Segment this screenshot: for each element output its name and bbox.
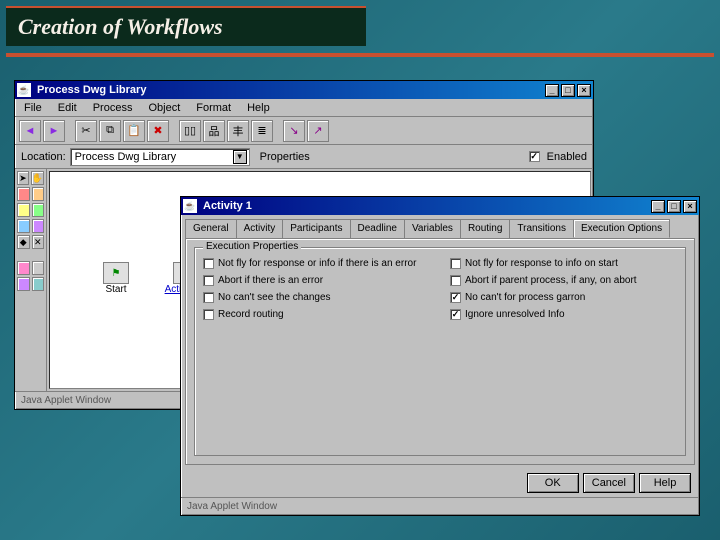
check-row-1[interactable]: Not fly for response or info if there is… — [203, 258, 430, 269]
palette-box3-icon[interactable] — [17, 203, 30, 217]
nav-back-button[interactable]: ◄ — [19, 120, 41, 142]
status-text: Java Applet Window — [21, 395, 111, 406]
status-bar: Java Applet Window — [181, 497, 699, 515]
check-row-4[interactable]: Abort if parent process, if any, on abor… — [450, 275, 677, 286]
minimize-button[interactable]: _ — [651, 200, 665, 213]
palette-line2-icon[interactable] — [32, 261, 45, 275]
checkbox[interactable] — [203, 309, 214, 320]
close-button[interactable]: × — [577, 84, 591, 97]
tab-transitions[interactable]: Transitions — [509, 219, 574, 238]
activity-dialog: ☕ Activity 1 _ □ × General Activity Part… — [180, 196, 700, 516]
palette-line3-icon[interactable] — [17, 277, 30, 291]
palette-box2-icon[interactable] — [32, 187, 45, 201]
check-row-5[interactable]: No can't see the changes — [203, 292, 430, 303]
close-button[interactable]: × — [683, 200, 697, 213]
tab-routing[interactable]: Routing — [460, 219, 510, 238]
slide-title: Creation of Workflows — [18, 14, 223, 40]
location-row: Location: Process Dwg Library ▼ Properti… — [15, 145, 593, 169]
cut-button[interactable]: ✂ — [75, 120, 97, 142]
palette-box4-icon[interactable] — [32, 203, 45, 217]
checkbox[interactable] — [450, 275, 461, 286]
dialog-button-row: OK Cancel Help — [181, 469, 699, 497]
nav-fwd-button[interactable]: ► — [43, 120, 65, 142]
window-title: Activity 1 — [201, 200, 647, 212]
arrow-down-button[interactable]: ↘ — [283, 120, 305, 142]
check-row-3[interactable]: Abort if there is an error — [203, 275, 430, 286]
enabled-checkbox[interactable]: ✓ — [529, 151, 540, 162]
minimize-button[interactable]: _ — [545, 84, 559, 97]
chevron-down-icon[interactable]: ▼ — [233, 150, 247, 164]
align-4-button[interactable]: ≣ — [251, 120, 273, 142]
maximize-button[interactable]: □ — [561, 84, 575, 97]
palette-cross-icon[interactable]: ✕ — [32, 235, 45, 249]
tab-activity[interactable]: Activity — [236, 219, 284, 238]
window-title: Process Dwg Library — [35, 84, 541, 96]
location-label: Location: — [21, 151, 66, 163]
titlebar[interactable]: ☕ Process Dwg Library _ □ × — [15, 81, 593, 99]
tab-variables[interactable]: Variables — [404, 219, 461, 238]
status-text: Java Applet Window — [187, 501, 277, 512]
align-1-button[interactable]: ▯▯ — [179, 120, 201, 142]
check-row-6[interactable]: ✓No can't for process garron — [450, 292, 677, 303]
align-3-button[interactable]: 丰 — [227, 120, 249, 142]
delete-button[interactable]: ✖ — [147, 120, 169, 142]
menu-help[interactable]: Help — [244, 101, 273, 115]
tab-deadline[interactable]: Deadline — [350, 219, 405, 238]
check-row-8[interactable]: ✓Ignore unresolved Info — [450, 309, 677, 320]
copy-button[interactable]: ⧉ — [99, 120, 121, 142]
java-cup-icon: ☕ — [183, 199, 197, 213]
palette-line1-icon[interactable] — [17, 261, 30, 275]
titlebar[interactable]: ☕ Activity 1 _ □ × — [181, 197, 699, 215]
checkbox[interactable]: ✓ — [450, 292, 461, 303]
start-node[interactable]: ⚑ Start — [90, 262, 142, 295]
menu-process[interactable]: Process — [90, 101, 136, 115]
cancel-button[interactable]: Cancel — [583, 473, 635, 493]
group-legend: Execution Properties — [203, 241, 301, 252]
slide-underline — [6, 53, 714, 57]
execution-properties-group: Execution Properties Not fly for respons… — [194, 247, 686, 456]
menu-file[interactable]: File — [21, 101, 45, 115]
tool-palette: ➤✋ ◆✕ — [15, 169, 47, 391]
palette-box1-icon[interactable] — [17, 187, 30, 201]
menubar: File Edit Process Object Format Help — [15, 99, 593, 117]
menu-format[interactable]: Format — [193, 101, 234, 115]
checkbox[interactable] — [450, 258, 461, 269]
palette-box6-icon[interactable] — [32, 219, 45, 233]
maximize-button[interactable]: □ — [667, 200, 681, 213]
check-row-2[interactable]: Not fly for response to info on start — [450, 258, 677, 269]
checkbox[interactable]: ✓ — [450, 309, 461, 320]
align-2-button[interactable]: 品 — [203, 120, 225, 142]
menu-object[interactable]: Object — [145, 101, 183, 115]
location-combo[interactable]: Process Dwg Library ▼ — [70, 148, 250, 166]
java-cup-icon: ☕ — [17, 83, 31, 97]
checkbox[interactable] — [203, 292, 214, 303]
enabled-label: Enabled — [547, 151, 587, 163]
location-value: Process Dwg Library — [75, 151, 176, 163]
palette-diamond-icon[interactable]: ◆ — [17, 235, 30, 249]
menu-edit[interactable]: Edit — [55, 101, 80, 115]
flag-icon: ⚑ — [103, 262, 129, 284]
tab-participants[interactable]: Participants — [282, 219, 350, 238]
paste-button[interactable]: 📋 — [123, 120, 145, 142]
properties-label[interactable]: Properties — [260, 151, 310, 163]
arrow-up-button[interactable]: ↗ — [307, 120, 329, 142]
check-row-7[interactable]: Record routing — [203, 309, 430, 320]
checkbox[interactable] — [203, 275, 214, 286]
ok-button[interactable]: OK — [527, 473, 579, 493]
help-button[interactable]: Help — [639, 473, 691, 493]
tab-strip: General Activity Participants Deadline V… — [181, 215, 699, 238]
checkbox[interactable] — [203, 258, 214, 269]
palette-pointer-icon[interactable]: ➤ — [17, 171, 29, 185]
palette-box5-icon[interactable] — [17, 219, 30, 233]
slide-title-box: Creation of Workflows — [6, 6, 366, 46]
tab-general[interactable]: General — [185, 219, 237, 238]
tab-panel: Execution Properties Not fly for respons… — [185, 238, 695, 465]
palette-hand-icon[interactable]: ✋ — [31, 171, 44, 185]
toolbar: ◄ ► ✂ ⧉ 📋 ✖ ▯▯ 品 丰 ≣ ↘ ↗ — [15, 117, 593, 145]
tab-execution-options[interactable]: Execution Options — [573, 219, 670, 238]
start-node-label: Start — [105, 284, 126, 295]
palette-line4-icon[interactable] — [32, 277, 45, 291]
